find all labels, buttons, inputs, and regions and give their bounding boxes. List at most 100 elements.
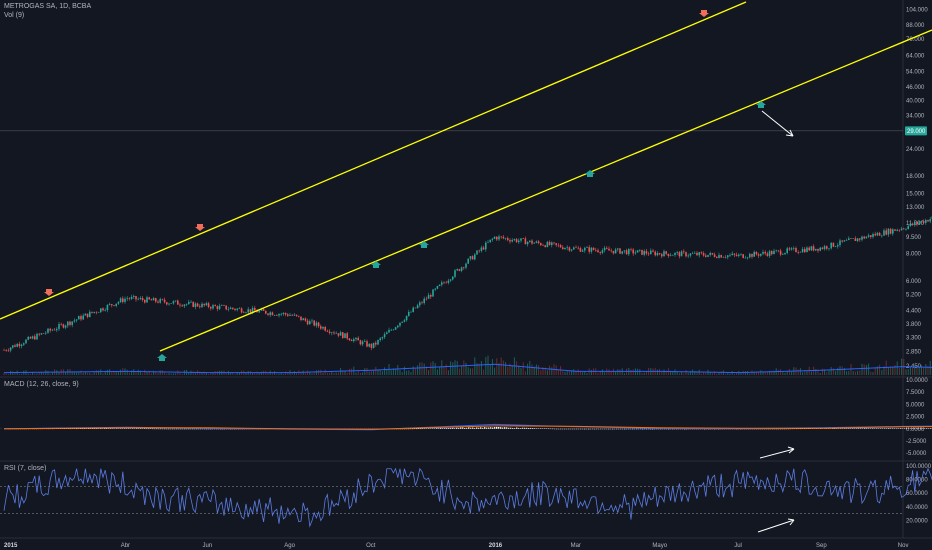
candle-body — [196, 303, 199, 307]
volume-bar — [828, 370, 830, 375]
candle-body — [302, 318, 304, 321]
candle-body — [276, 315, 278, 316]
candle-body — [190, 301, 192, 303]
volume-bar — [718, 372, 720, 375]
volume-bar — [205, 372, 207, 375]
macd-histogram-bar — [202, 428, 204, 430]
candle-body — [658, 253, 661, 255]
candle-body — [265, 310, 267, 314]
volume-bar — [562, 371, 564, 375]
candle-body — [438, 284, 441, 286]
macd-histogram-bar — [468, 427, 470, 429]
candle-body — [78, 316, 80, 320]
volume-bar — [584, 371, 586, 375]
candle-body — [419, 302, 421, 306]
candle-body — [863, 236, 865, 239]
macd-histogram-bar — [566, 428, 568, 430]
candle-body — [819, 247, 821, 251]
volume-bar — [368, 371, 370, 375]
macd-histogram-bar — [444, 428, 446, 429]
candle-body — [69, 321, 71, 325]
macd-histogram-bar — [906, 428, 908, 429]
volume-bar — [727, 372, 729, 375]
volume-bar — [194, 373, 196, 375]
macd-histogram-bar — [894, 428, 896, 429]
volume-bar — [216, 371, 218, 375]
macd-histogram-bar — [194, 428, 196, 430]
candle-body — [234, 308, 236, 310]
candle-body — [117, 301, 120, 304]
macd-histogram-bar — [186, 428, 188, 430]
macd-histogram-bar — [920, 428, 922, 429]
candle-body — [610, 250, 612, 252]
volume-bar — [632, 369, 634, 375]
candle-body — [511, 240, 513, 242]
volume-bar — [161, 370, 163, 375]
volume-bar — [326, 372, 328, 375]
volume-bar — [678, 373, 680, 375]
macd-histogram-bar — [424, 428, 426, 429]
volume-bar — [117, 372, 119, 375]
candle-body — [595, 249, 597, 251]
candle-body — [71, 321, 73, 325]
candle-body — [749, 253, 751, 258]
time-axis-label: Oct — [366, 543, 376, 549]
volume-bar — [300, 372, 302, 375]
candle-body — [848, 238, 850, 241]
macd-histogram-bar — [778, 428, 780, 430]
candle-body — [916, 222, 918, 224]
candle-body — [872, 234, 874, 237]
candle-body — [460, 267, 463, 271]
symbol-legend: METROGAS SA, 1D, BCBA — [4, 3, 92, 10]
candle-body — [797, 252, 799, 253]
candle-body — [826, 246, 828, 249]
price-tick-label: 15.000 — [906, 192, 925, 198]
macd-histogram-bar — [106, 428, 108, 429]
candle-body — [280, 313, 282, 315]
macd-histogram-bar — [632, 428, 634, 430]
candle-body — [249, 309, 252, 313]
candle-body — [799, 252, 802, 253]
candle-body — [84, 313, 87, 316]
macd-histogram-bar — [656, 428, 658, 430]
candle-body — [3, 349, 5, 351]
candle-body — [630, 249, 632, 250]
macd-histogram-bar — [434, 428, 436, 429]
volume-bar — [685, 369, 687, 375]
macd-histogram-bar — [170, 428, 172, 430]
macd-histogram-bar — [144, 428, 146, 429]
macd-histogram-bar — [560, 428, 562, 430]
candle-body — [597, 250, 599, 253]
candle-body — [91, 311, 93, 313]
macd-histogram-bar — [628, 428, 630, 430]
volume-bar — [177, 370, 179, 375]
candle-body — [698, 252, 700, 256]
volume-bar — [590, 369, 592, 375]
volume-bar — [791, 371, 793, 375]
volume-bar — [861, 363, 863, 375]
volume-bar — [36, 373, 38, 375]
candle-body — [361, 341, 364, 345]
candle-body — [894, 229, 896, 231]
rsi-tick-label: 80.0000 — [906, 478, 928, 484]
volume-bar — [551, 367, 553, 375]
volume-bar — [914, 364, 916, 375]
volume-bar — [777, 369, 779, 375]
volume-bar — [337, 372, 339, 375]
candle-body — [372, 342, 375, 348]
volume-bar — [555, 365, 557, 375]
volume-bar — [736, 372, 738, 375]
candle-body — [102, 308, 104, 311]
volume-bar — [423, 363, 425, 375]
candle-body — [881, 235, 883, 237]
macd-histogram-bar — [568, 428, 570, 430]
volume-bar — [641, 373, 643, 375]
candle-body — [467, 258, 469, 264]
sell-signal-icon — [195, 224, 205, 231]
volume-bar — [100, 369, 102, 375]
volume-bar — [34, 373, 36, 375]
volume-bar — [120, 369, 122, 375]
candle-body — [665, 251, 667, 254]
volume-bar — [137, 369, 139, 375]
chart-canvas[interactable]: 104.00088.00076.00064.00054.00046.00040.… — [0, 0, 932, 550]
